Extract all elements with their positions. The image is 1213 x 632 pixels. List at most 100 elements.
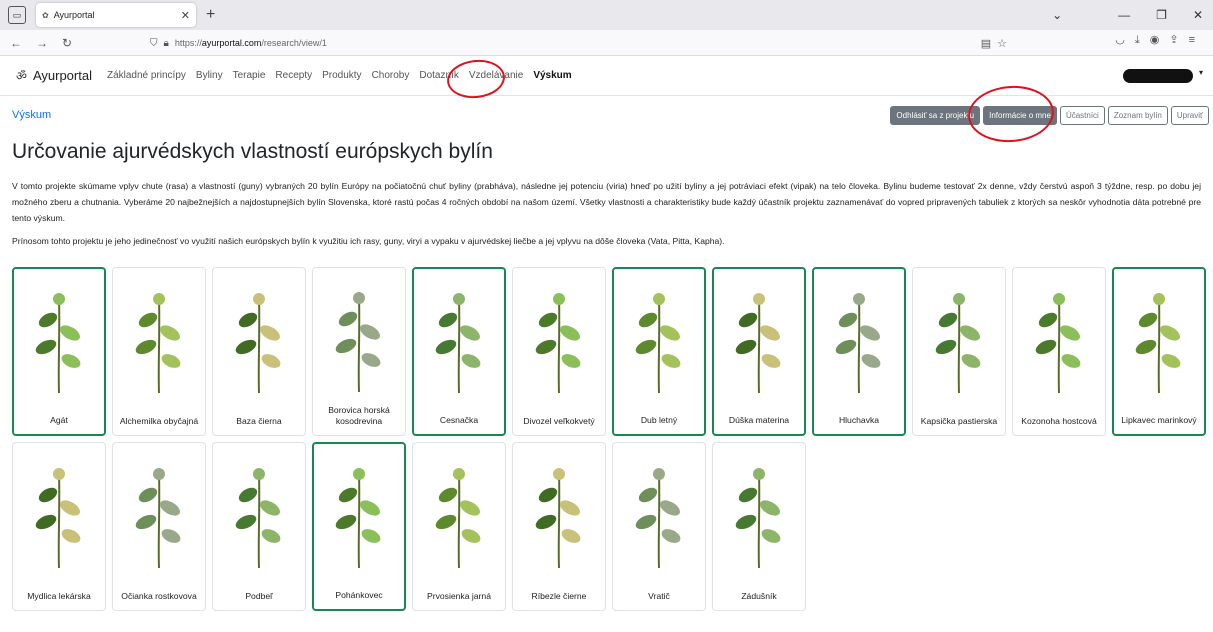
herb-card[interactable]: Ríbezle čierne bbox=[512, 442, 606, 611]
minimize-icon[interactable]: — bbox=[1118, 8, 1130, 22]
chevron-down-icon[interactable]: ⌄ bbox=[1052, 8, 1062, 22]
browser-tab-bar: ▭ ✿ Ayurportal ✕ + ⌄ — ❐ ✕ bbox=[0, 0, 1213, 30]
toolbar-extension-icons[interactable]: ◡⤓◉⇪≡ bbox=[1115, 33, 1205, 47]
site-favicon-icon: ✿ bbox=[42, 10, 49, 20]
brand-name: Ayurportal bbox=[32, 68, 92, 83]
reload-icon[interactable]: ↻ bbox=[62, 36, 72, 50]
herb-name: Divozel veľkokvetý bbox=[523, 416, 595, 426]
herb-illustration bbox=[418, 273, 500, 406]
herb-illustration bbox=[117, 447, 201, 582]
herb-name: Dúška materina bbox=[728, 415, 790, 425]
herb-card[interactable]: Kozonoha hostcová bbox=[1012, 267, 1106, 436]
herb-card[interactable]: Dub letný bbox=[612, 267, 706, 436]
close-tab-icon[interactable]: ✕ bbox=[181, 9, 190, 22]
herb-name: Borovica horská kosodrevina bbox=[328, 405, 390, 426]
herb-card[interactable]: Borovica horská kosodrevina bbox=[312, 267, 406, 436]
tab-title: Ayurportal bbox=[53, 10, 95, 20]
herb-illustration bbox=[517, 272, 601, 407]
main-content: Výskum Odhlásiť sa z projektu Informácie… bbox=[0, 96, 1213, 611]
herb-card[interactable]: Zádušník bbox=[712, 442, 806, 611]
herb-name: Lipkavec marinkový bbox=[1121, 415, 1197, 425]
participants-button[interactable]: Účastníci bbox=[1059, 106, 1105, 125]
herb-card[interactable]: Cesnačka bbox=[412, 267, 506, 436]
herb-name: Ríbezle čierne bbox=[531, 591, 587, 601]
logo-icon: ॐ bbox=[16, 69, 27, 83]
herb-name: Alchemilka obyčajná bbox=[119, 416, 199, 426]
herb-card[interactable]: Prvosienka jarná bbox=[412, 442, 506, 611]
herb-card[interactable]: Vratič bbox=[612, 442, 706, 611]
nav-terapie[interactable]: Terapie bbox=[233, 70, 266, 81]
herb-card[interactable]: Hluchavka bbox=[812, 267, 906, 436]
herb-illustration bbox=[318, 448, 400, 581]
restore-icon[interactable]: ❐ bbox=[1156, 8, 1167, 22]
nav-zakladne-principy[interactable]: Základné princípy bbox=[107, 70, 186, 81]
herb-illustration bbox=[517, 447, 601, 582]
herb-illustration bbox=[417, 447, 501, 582]
user-menu-redacted[interactable] bbox=[1123, 69, 1193, 83]
herb-name: Zádušník bbox=[741, 591, 777, 601]
herb-card[interactable]: Mydlica lekárska bbox=[12, 442, 106, 611]
herb-illustration bbox=[1017, 272, 1101, 407]
herb-illustration bbox=[17, 447, 101, 582]
herb-card[interactable]: Dúška materina bbox=[712, 267, 806, 436]
lock-icon: 🔒︎ bbox=[163, 37, 169, 49]
herb-illustration bbox=[117, 272, 201, 407]
project-description: V tomto projekte skúmame vplyv chute (ra… bbox=[12, 181, 1201, 223]
herb-grid: Agát Alchemilka obyčajná Baza čierna Borovi… bbox=[12, 267, 1206, 611]
close-window-icon[interactable]: ✕ bbox=[1193, 8, 1203, 22]
herb-name: Pohánkovec bbox=[335, 590, 383, 600]
caret-down-icon[interactable]: ▾ bbox=[1199, 68, 1203, 77]
herb-card[interactable]: Pohánkovec bbox=[312, 442, 406, 611]
herb-name: Podbeľ bbox=[245, 591, 273, 601]
new-tab-icon[interactable]: + bbox=[206, 6, 215, 24]
herb-name: Hluchavka bbox=[838, 415, 880, 425]
herb-name: Očianka rostkovova bbox=[121, 591, 197, 601]
herb-name: Baza čierna bbox=[236, 416, 282, 426]
herb-illustration bbox=[317, 272, 401, 405]
herb-illustration bbox=[217, 272, 301, 407]
nav-byliny[interactable]: Byliny bbox=[196, 70, 223, 81]
herb-card[interactable]: Alchemilka obyčajná bbox=[112, 267, 206, 436]
nav-choroby[interactable]: Choroby bbox=[372, 70, 410, 81]
herb-list-button[interactable]: Zoznam bylín bbox=[1107, 106, 1168, 125]
back-icon[interactable]: ← bbox=[10, 36, 22, 50]
brand-link[interactable]: ॐ Ayurportal bbox=[16, 67, 92, 84]
forward-icon[interactable]: → bbox=[36, 36, 48, 50]
tab-list-icon[interactable]: ▭ bbox=[8, 6, 26, 24]
herb-illustration bbox=[1118, 273, 1200, 406]
herb-illustration bbox=[917, 272, 1001, 407]
herb-name: Cesnačka bbox=[439, 415, 479, 425]
herb-name: Mydlica lekárska bbox=[27, 591, 91, 601]
address-bar[interactable]: ⛉ 🔒︎ https://ayurportal.com/research/vie… bbox=[150, 33, 1013, 53]
herb-name: Kozonoha hostcová bbox=[1021, 416, 1097, 426]
herb-card[interactable]: Očianka rostkovova bbox=[112, 442, 206, 611]
herb-name: Vratič bbox=[648, 591, 670, 601]
herb-card[interactable]: Podbeľ bbox=[212, 442, 306, 611]
herb-card[interactable]: Lipkavec marinkový bbox=[1112, 267, 1206, 436]
nav-produkty[interactable]: Produkty bbox=[322, 70, 361, 81]
reader-bookmark-icons[interactable]: ▤☆ bbox=[981, 37, 1013, 50]
herb-name: Kapsička pastierska bbox=[920, 416, 998, 426]
herb-illustration bbox=[718, 273, 800, 406]
herb-illustration bbox=[217, 447, 301, 582]
url-text: https://ayurportal.com/research/view/1 bbox=[174, 38, 327, 48]
herb-illustration bbox=[818, 273, 900, 406]
nav-vyskum[interactable]: Výskum bbox=[533, 70, 571, 81]
herb-card[interactable]: Divozel veľkokvetý bbox=[512, 267, 606, 436]
leave-project-button[interactable]: Odhlásiť sa z projektu bbox=[890, 106, 981, 125]
project-benefit: Prínosom tohto projektu je jeho jedinečn… bbox=[12, 236, 725, 246]
herb-illustration bbox=[618, 273, 700, 406]
herb-card[interactable]: Baza čierna bbox=[212, 267, 306, 436]
browser-toolbar: ← → ↻ ⛉ 🔒︎ https://ayurportal.com/resear… bbox=[0, 30, 1213, 56]
herb-card[interactable]: Kapsička pastierska bbox=[912, 267, 1006, 436]
breadcrumb[interactable]: Výskum bbox=[12, 109, 51, 121]
herb-illustration bbox=[717, 447, 801, 582]
herb-card[interactable]: Agát bbox=[12, 267, 106, 436]
nav-recepty[interactable]: Recepty bbox=[275, 70, 312, 81]
browser-tab[interactable]: ✿ Ayurportal ✕ bbox=[36, 3, 196, 27]
herb-name: Agát bbox=[50, 415, 68, 425]
window-controls: ⌄ — ❐ ✕ bbox=[1052, 0, 1203, 30]
edit-button[interactable]: Upraviť bbox=[1170, 106, 1209, 125]
herb-illustration bbox=[617, 447, 701, 582]
page-title: Určovanie ajurvédskych vlastností európs… bbox=[12, 140, 493, 163]
